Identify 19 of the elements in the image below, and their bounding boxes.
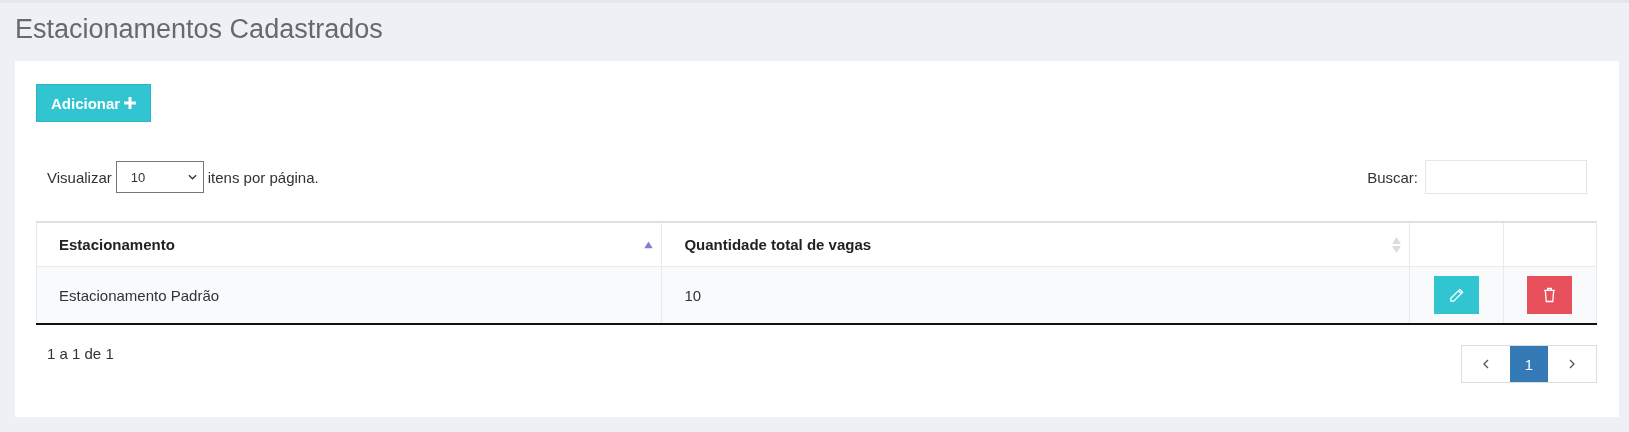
page-size-select[interactable]: 10: [115, 161, 204, 193]
trash-icon: [1543, 287, 1557, 303]
chevron-right-icon: [1569, 359, 1575, 369]
column-header[interactable]: Estacionamento: [36, 222, 662, 267]
column-header[interactable]: Quantidade total de vagas: [661, 222, 1410, 267]
page-size-label: Visualizar: [47, 168, 112, 186]
table-info: 1 a 1 de 1: [47, 345, 114, 362]
page-title: Estacionamentos Cadastrados: [15, 13, 384, 46]
edit-button[interactable]: [1433, 276, 1479, 314]
plus-icon: [124, 97, 137, 109]
caret-icon: [187, 174, 197, 180]
search-field[interactable]: [1425, 160, 1587, 194]
search-label: Buscar:: [1367, 168, 1418, 186]
chevron-left-icon: [1483, 359, 1489, 369]
delete-button[interactable]: [1527, 276, 1573, 314]
page-button[interactable]: 1: [1510, 346, 1548, 382]
pencil-icon: [1448, 287, 1464, 303]
table-cell: Estacionamento Padrão: [36, 266, 662, 324]
page-size-suffix: itens por página.: [207, 168, 319, 186]
